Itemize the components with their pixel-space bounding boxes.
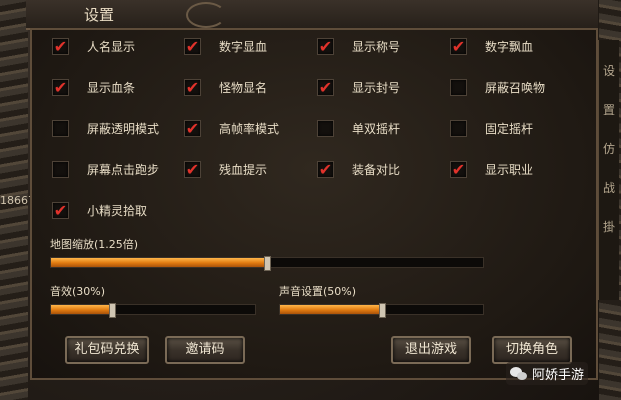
side-char: 设 — [602, 64, 615, 78]
checkbox-unchecked[interactable] — [317, 120, 334, 137]
sound-effect-slider[interactable] — [50, 303, 256, 318]
map-zoom-slider[interactable] — [50, 256, 484, 271]
checkbox-label: 残血提示 — [219, 163, 268, 177]
checkmark-icon: ✔ — [53, 200, 68, 220]
checkbox-option[interactable]: ✔ 显示称号 — [317, 38, 400, 55]
checkbox-label: 屏幕点击跑步 — [87, 163, 160, 177]
checkbox-label: 装备对比 — [352, 163, 401, 177]
checkbox-label: 数字飘血 — [485, 40, 534, 54]
checkbox-checked[interactable]: ✔ — [184, 161, 201, 178]
invite-code-button[interactable]: 邀请码 — [165, 336, 245, 364]
checkbox-option[interactable]: ✔ 高帧率模式 — [184, 120, 279, 137]
checkmark-icon: ✔ — [318, 36, 333, 56]
checkbox-checked[interactable]: ✔ — [450, 161, 467, 178]
map-zoom-label: 地图缩放(1.25倍) — [50, 238, 139, 251]
checkbox-option[interactable]: ✔ 数字显血 — [184, 38, 267, 55]
checkbox-checked[interactable]: ✔ — [317, 161, 334, 178]
checkmark-icon: ✔ — [185, 118, 200, 138]
checkbox-checked[interactable]: ✔ — [450, 38, 467, 55]
checkbox-label: 屏蔽召唤物 — [485, 81, 546, 95]
checkbox-label: 高帧率模式 — [219, 122, 280, 136]
checkbox-checked[interactable]: ✔ — [52, 38, 69, 55]
checkbox-unchecked[interactable] — [52, 120, 69, 137]
checkbox-option[interactable]: 固定摇杆 — [450, 120, 533, 137]
checkbox-option[interactable]: ✔ 装备对比 — [317, 161, 400, 178]
sound-effect-handle[interactable] — [109, 303, 117, 318]
checkbox-label: 显示封号 — [352, 81, 401, 95]
map-zoom-handle[interactable] — [264, 256, 271, 271]
checkmark-icon: ✔ — [185, 36, 200, 56]
sound-effect-label: 音效(30%) — [50, 285, 106, 298]
checkbox-checked[interactable]: ✔ — [184, 38, 201, 55]
checkbox-label: 屏蔽透明模式 — [87, 122, 160, 136]
checkbox-option[interactable]: ✔ 显示血条 — [52, 79, 135, 96]
checkbox-option[interactable]: 屏蔽透明模式 — [52, 120, 159, 137]
background-side-panel: 设 置 仿 战 掛 — [598, 40, 619, 300]
checkmark-icon: ✔ — [185, 77, 200, 97]
checkbox-checked[interactable]: ✔ — [52, 202, 69, 219]
checkbox-option[interactable]: 单双摇杆 — [317, 120, 400, 137]
checkmark-icon: ✔ — [185, 159, 200, 179]
checkbox-label: 单双摇杆 — [352, 122, 401, 136]
checkbox-unchecked[interactable] — [52, 161, 69, 178]
sound-setting-slider[interactable] — [279, 303, 484, 318]
checkbox-option[interactable]: 屏蔽召唤物 — [450, 79, 545, 96]
checkbox-label: 显示称号 — [352, 40, 401, 54]
checkbox-checked[interactable]: ✔ — [184, 120, 201, 137]
checkmark-icon: ✔ — [53, 36, 68, 56]
checkmark-icon: ✔ — [451, 36, 466, 56]
checkbox-option[interactable]: ✔ 怪物显名 — [184, 79, 267, 96]
checkbox-checked[interactable]: ✔ — [184, 79, 201, 96]
checkbox-option[interactable]: 屏幕点击跑步 — [52, 161, 159, 178]
settings-panel: ✔ 人名显示 ✔ 数字显血 ✔ 显示称号 ✔ 数字飘血 ✔ 显示血条 ✔ 怪物显名 ✔ 显示封号 屏蔽召唤物… — [30, 28, 598, 380]
side-char: 掛 — [602, 220, 615, 234]
checkmark-icon: ✔ — [53, 77, 68, 97]
checkbox-checked[interactable]: ✔ — [317, 79, 334, 96]
sound-setting-fill — [280, 305, 382, 314]
checkmark-icon: ✔ — [451, 159, 466, 179]
checkbox-checked[interactable]: ✔ — [52, 79, 69, 96]
checkbox-unchecked[interactable] — [450, 79, 467, 96]
map-zoom-fill — [51, 258, 267, 267]
side-char: 仿 — [602, 142, 615, 156]
checkbox-label: 人名显示 — [87, 40, 136, 54]
checkbox-option[interactable]: ✔ 小精灵拾取 — [52, 202, 147, 219]
exit-game-button[interactable]: 退出游戏 — [391, 336, 471, 364]
checkbox-unchecked[interactable] — [450, 120, 467, 137]
switch-role-button[interactable]: 切换角色 — [492, 336, 572, 364]
window-title: 设置 — [84, 6, 115, 24]
checkbox-label: 数字显血 — [219, 40, 268, 54]
watermark: 阿娇手游 — [506, 362, 589, 385]
checkbox-label: 显示职业 — [485, 163, 534, 177]
checkbox-label: 怪物显名 — [219, 81, 268, 95]
title-bar: 设置 — [26, 0, 598, 30]
checkbox-option[interactable]: ✔ 显示封号 — [317, 79, 400, 96]
checkbox-option[interactable]: ✔ 人名显示 — [52, 38, 135, 55]
swirl-ornament-icon — [186, 2, 226, 28]
checkbox-option[interactable]: ✔ 显示职业 — [450, 161, 533, 178]
wechat-icon — [510, 366, 528, 381]
checkbox-label: 显示血条 — [87, 81, 136, 95]
sound-setting-handle[interactable] — [378, 303, 386, 318]
checkbox-option[interactable]: ✔ 残血提示 — [184, 161, 267, 178]
side-char: 战 — [602, 181, 615, 195]
gift-code-button[interactable]: 礼包码兑换 — [65, 336, 149, 364]
checkbox-option[interactable]: ✔ 数字飘血 — [450, 38, 533, 55]
checkbox-label: 小精灵拾取 — [87, 204, 148, 218]
sound-setting-label: 声音设置(50%) — [279, 285, 357, 298]
sound-effect-fill — [51, 305, 113, 314]
checkbox-checked[interactable]: ✔ — [317, 38, 334, 55]
watermark-text: 阿娇手游 — [532, 368, 585, 383]
checkmark-icon: ✔ — [318, 159, 333, 179]
side-char: 置 — [602, 103, 615, 117]
checkmark-icon: ✔ — [318, 77, 333, 97]
checkbox-label: 固定摇杆 — [485, 122, 534, 136]
